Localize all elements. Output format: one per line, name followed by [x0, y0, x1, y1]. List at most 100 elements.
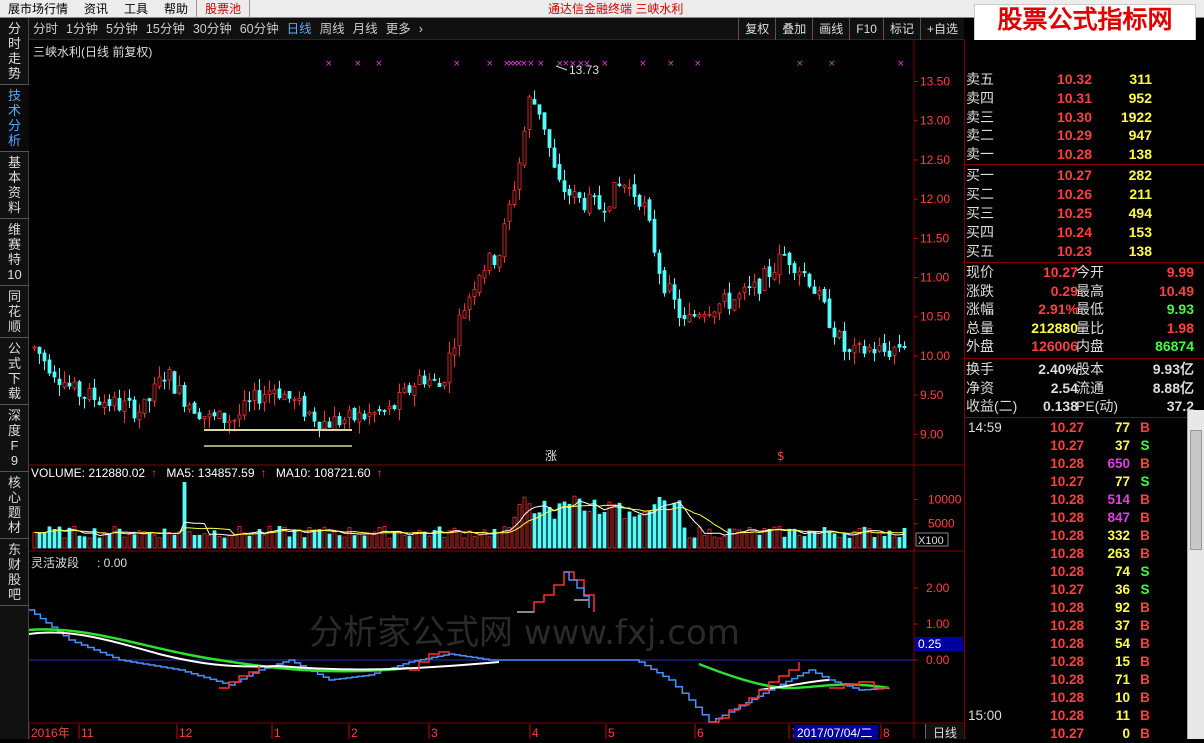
date-label: 12: [179, 726, 193, 739]
toolbar-button[interactable]: 画线: [812, 18, 849, 40]
period-tab[interactable]: 15分钟: [142, 18, 189, 40]
signal-marker: ×: [601, 59, 609, 69]
period-tab[interactable]: 分时: [29, 18, 62, 40]
tick-volume: 36: [1114, 582, 1130, 597]
candle-body: [77, 381, 82, 397]
quote-label: 买四: [966, 224, 994, 240]
volume-bar: [397, 531, 402, 549]
day-tab[interactable]: 日线: [925, 724, 964, 740]
menu-item-help[interactable]: 帮助: [156, 0, 196, 18]
candle-body: [102, 402, 107, 408]
toolbar-button[interactable]: +自选: [919, 18, 964, 40]
candle-body: [342, 419, 347, 424]
sidebar-tab[interactable]: 公式下载: [0, 338, 29, 405]
period-tab[interactable]: 周线: [316, 18, 349, 40]
sidebar-tab[interactable]: 核心题材: [0, 472, 29, 539]
candle-body: [647, 199, 652, 221]
volume-bar: [612, 503, 617, 549]
volume-bar: [382, 526, 387, 549]
volume-bar: [502, 526, 507, 549]
volume-bar: [492, 528, 497, 549]
period-tab[interactable]: 30分钟: [189, 18, 236, 40]
stat-row: 收益(二) 0.138 PE(动) 37.2: [966, 397, 1200, 415]
volume-bar: [827, 532, 832, 549]
sidebar-tab[interactable]: 基本资料: [0, 152, 29, 219]
menu-item-market[interactable]: 展市场行情: [0, 0, 76, 18]
period-tab[interactable]: 60分钟: [236, 18, 283, 40]
quote-price: 10.30: [1056, 108, 1092, 125]
sidebar-tab[interactable]: 分时走势: [0, 18, 29, 85]
tick-side: B: [1140, 690, 1150, 705]
candle-body: [142, 398, 147, 414]
scrollbar-thumb[interactable]: [1190, 430, 1202, 550]
volume-bar: [232, 534, 237, 549]
volume-bar: [37, 532, 42, 549]
menu-item-tools[interactable]: 工具: [116, 0, 156, 18]
signal-marker: ×: [453, 59, 461, 69]
candle-body: [827, 298, 832, 328]
tick-scrollbar[interactable]: [1187, 410, 1204, 739]
signal-marker: ×: [486, 59, 494, 69]
quote-volume: 211: [1129, 186, 1152, 202]
candle-body: [402, 387, 407, 394]
menu-item-stock-pool[interactable]: 股票池: [196, 0, 251, 18]
candle-body: [382, 410, 387, 412]
toolbar-button[interactable]: F10: [849, 18, 883, 40]
candle-body: [822, 289, 827, 303]
candle-body: [847, 349, 852, 352]
volume-bar: [662, 500, 667, 549]
sidebar-tab[interactable]: 东财股吧: [0, 539, 29, 606]
candle-body: [432, 378, 437, 381]
candle-body: [397, 392, 402, 410]
candle-body: [167, 369, 172, 381]
candle-body: [452, 347, 457, 356]
indicator-marker: 0.25: [918, 637, 942, 651]
candle-body: [237, 414, 242, 420]
volume-bar: [272, 532, 277, 549]
toolbar-button[interactable]: 复权: [738, 18, 775, 40]
menu-item-news[interactable]: 资讯: [76, 0, 116, 18]
chart-area[interactable]: 13.50 13.00 12.50 12.00 11.50 11.00 10.50 10.00…: [28, 40, 964, 740]
tick-price: 10.27: [1050, 474, 1084, 489]
stat-label: 量比: [1076, 319, 1104, 336]
volume-bar: [87, 537, 92, 549]
chevron-right-icon[interactable]: ›: [415, 18, 427, 40]
candle-body: [92, 387, 97, 400]
stat-label: 流通: [1076, 379, 1104, 396]
toolbar-button[interactable]: 叠加: [775, 18, 812, 40]
period-tab[interactable]: 1分钟: [62, 18, 102, 40]
signal-marker: ×: [639, 59, 647, 69]
event-marker: $: [777, 449, 785, 463]
chart-canvas[interactable]: 13.5013.0012.5012.0011.5011.0010.5010.00…: [28, 40, 964, 740]
candle-body: [132, 399, 137, 419]
quote-volume: 138: [1128, 146, 1152, 163]
candle-body: [72, 381, 77, 389]
sidebar-tab[interactable]: 深度F9: [0, 405, 29, 472]
period-tab[interactable]: 更多: [382, 18, 415, 40]
quote-volume: 138: [1128, 243, 1152, 259]
sidebar-tab[interactable]: 技术分析: [0, 85, 29, 152]
stat-label: 最高: [1076, 282, 1104, 299]
candle-body: [377, 409, 382, 412]
period-tab[interactable]: 5分钟: [102, 18, 142, 40]
red-band-line: [219, 666, 260, 689]
candle-body: [597, 195, 602, 210]
sidebar-tab[interactable]: 维赛特10: [0, 219, 29, 286]
tick-side: B: [1140, 672, 1150, 687]
ma5-label: MA5: 134857.59: [166, 466, 255, 480]
signal-marker: ×: [325, 59, 333, 69]
price-tick-label: 11.00: [920, 271, 949, 285]
period-tab[interactable]: 日线: [283, 18, 316, 40]
price-tick-label: 13.50: [920, 75, 950, 89]
tick-row: 10.28 263 B: [966, 545, 1200, 563]
toolbar-button[interactable]: 标记: [882, 18, 920, 40]
volume-bar: [712, 536, 717, 549]
quote-label: 卖三: [966, 108, 994, 125]
sidebar-tab[interactable]: 同花顺: [0, 286, 29, 338]
volume-bar: [542, 500, 547, 549]
candle-body: [482, 270, 487, 279]
candle-body: [412, 386, 417, 396]
volume-bar: [82, 536, 87, 549]
candle-body: [637, 194, 642, 207]
period-tab[interactable]: 月线: [349, 18, 382, 40]
